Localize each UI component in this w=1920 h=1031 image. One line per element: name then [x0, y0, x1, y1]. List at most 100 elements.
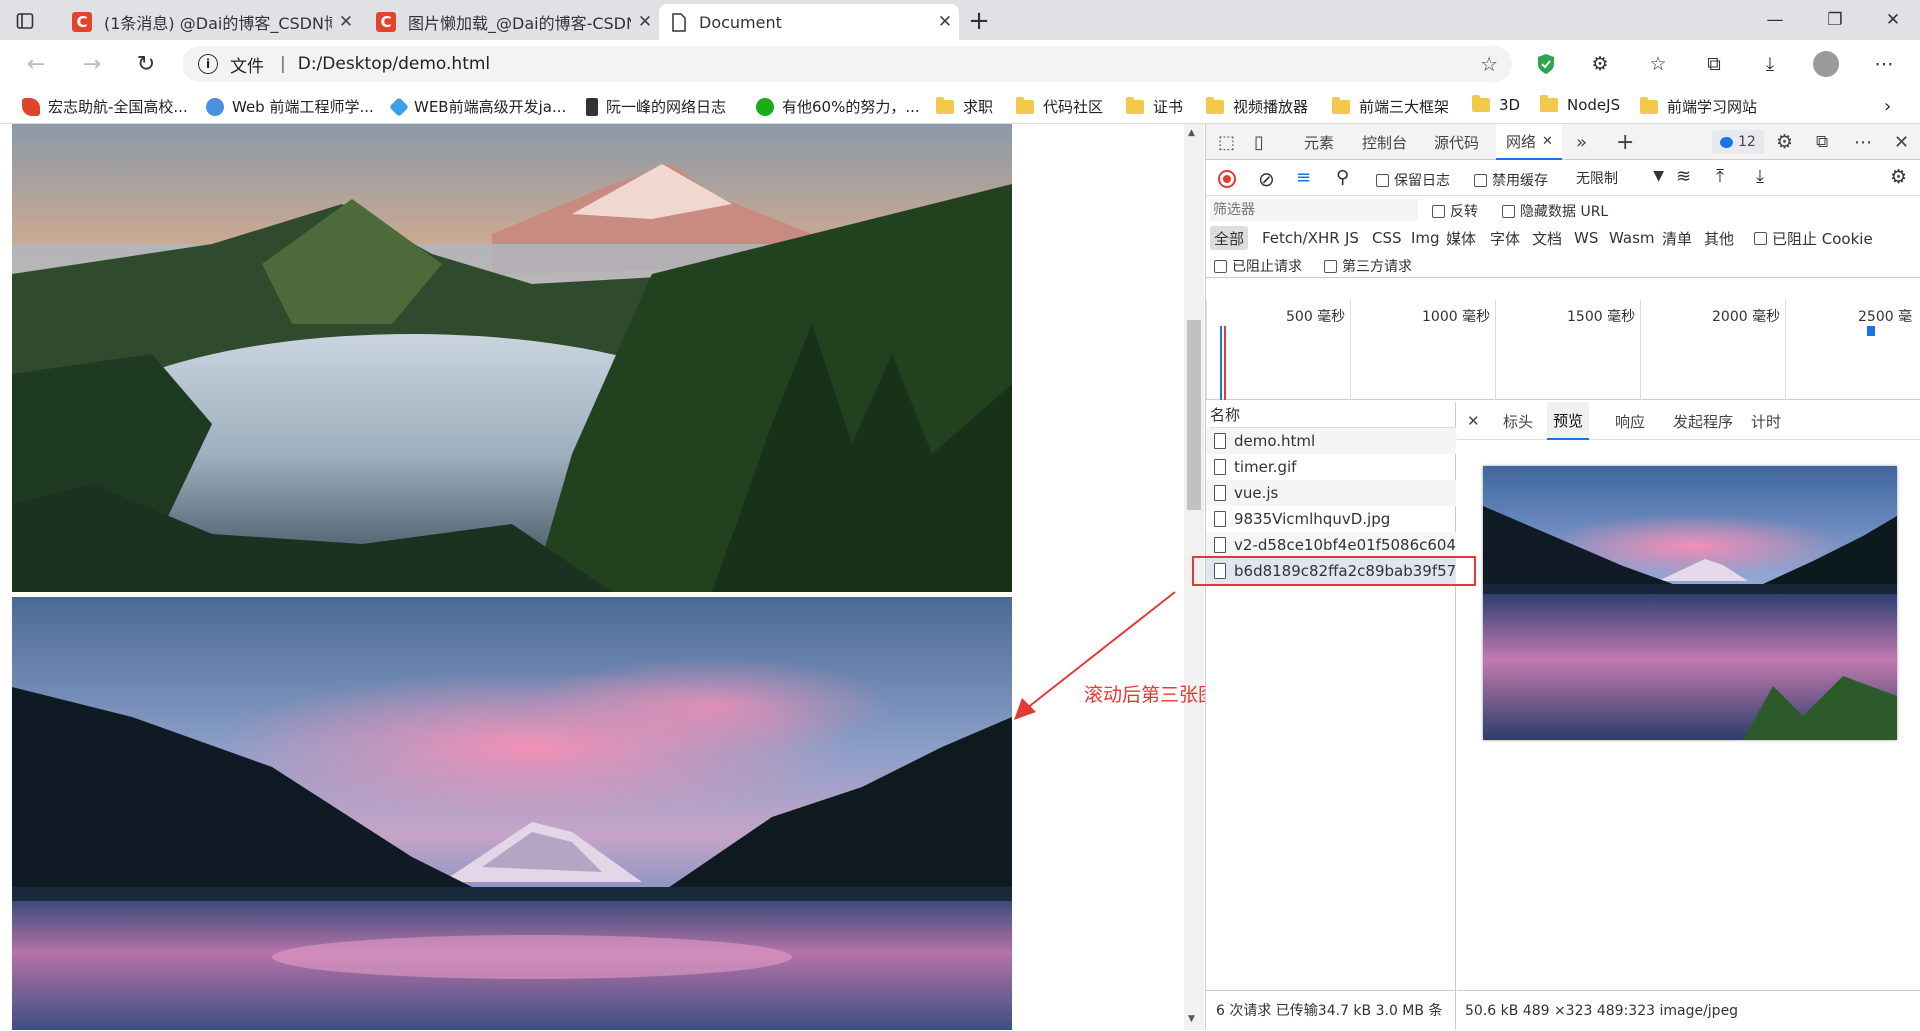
- tab-timing[interactable]: 计时: [1751, 402, 1781, 440]
- disable-cache-checkbox[interactable]: 禁用缓存: [1474, 170, 1548, 190]
- more-menu-icon[interactable]: ⋯: [1866, 46, 1902, 82]
- filter-manifest[interactable]: 清单: [1662, 224, 1692, 252]
- add-favorite-icon[interactable]: ☆: [1480, 52, 1498, 76]
- invert-checkbox[interactable]: 反转: [1432, 201, 1478, 221]
- filter-css[interactable]: CSS: [1372, 224, 1402, 252]
- bookmark-folder[interactable]: 3D: [1472, 95, 1520, 114]
- bookmark-item[interactable]: 宏志助航-全国高校...: [22, 96, 188, 117]
- tab-elements[interactable]: 元素: [1304, 124, 1334, 160]
- bookmark-folder[interactable]: 代码社区: [1016, 96, 1103, 117]
- collections-icon[interactable]: ⧉: [1696, 46, 1732, 82]
- tab-sources[interactable]: 源代码: [1434, 124, 1479, 160]
- filter-media[interactable]: 媒体: [1446, 224, 1476, 252]
- issues-badge[interactable]: 12: [1712, 130, 1764, 154]
- filter-img[interactable]: Img: [1411, 224, 1440, 252]
- url-text[interactable]: D:/Desktop/demo.html: [298, 54, 490, 74]
- avatar[interactable]: [1808, 46, 1844, 82]
- filter-input[interactable]: [1210, 199, 1418, 221]
- bookmark-item[interactable]: 阮一峰的网络日志: [586, 96, 726, 117]
- address-bar[interactable]: i 文件 | D:/Desktop/demo.html ☆: [182, 46, 1512, 82]
- request-row[interactable]: demo.html: [1206, 428, 1456, 454]
- new-tab-button[interactable]: +: [962, 4, 996, 38]
- tab-csdn-lazyload[interactable]: C 图片懒加载_@Dai的博客-CSDN博客 ✕: [364, 4, 659, 40]
- bookmark-folder[interactable]: 前端三大框架: [1332, 96, 1449, 117]
- tab-actions-icon[interactable]: [12, 8, 38, 34]
- tab-initiator[interactable]: 发起程序: [1673, 402, 1733, 440]
- minimize-icon[interactable]: —: [1752, 0, 1798, 40]
- bookmark-item[interactable]: 有他60%的努力，...: [756, 96, 920, 117]
- bookmarks-overflow-icon[interactable]: ›: [1884, 96, 1891, 117]
- filter-js[interactable]: JS: [1345, 224, 1359, 252]
- bookmark-folder[interactable]: 视频播放器: [1206, 96, 1308, 117]
- filter-doc[interactable]: 文档: [1532, 224, 1562, 252]
- more-tabs-icon[interactable]: »: [1576, 124, 1587, 160]
- filter-other[interactable]: 其他: [1704, 224, 1734, 252]
- bookmarks-bar: 宏志助航-全国高校... Web 前端工程师学... WEB前端高级开发ja..…: [0, 88, 1920, 124]
- filter-font[interactable]: 字体: [1490, 224, 1520, 252]
- filter-wasm[interactable]: Wasm: [1609, 224, 1655, 252]
- forward-icon[interactable]: →: [74, 46, 110, 82]
- tab-close-icon[interactable]: ✕: [631, 12, 659, 32]
- tab-csdn-messages[interactable]: C (1条消息) @Dai的博客_CSDN博客 ✕: [60, 4, 360, 40]
- scroll-down-arrow-icon[interactable]: ▼: [1188, 1014, 1195, 1024]
- downloads-icon[interactable]: ⤓: [1752, 46, 1788, 82]
- request-row[interactable]: vue.js: [1206, 480, 1456, 506]
- device-toolbar-icon[interactable]: ▯: [1254, 124, 1264, 160]
- back-icon[interactable]: ←: [18, 46, 54, 82]
- restore-icon[interactable]: ❐: [1812, 0, 1858, 40]
- tab-document[interactable]: Document ✕: [659, 4, 959, 40]
- window-close-icon[interactable]: ✕: [1870, 0, 1916, 40]
- shield-extension-icon[interactable]: [1528, 46, 1564, 82]
- tab-console[interactable]: 控制台: [1362, 124, 1407, 160]
- extensions-icon[interactable]: ⚙: [1582, 46, 1618, 82]
- hide-data-urls-checkbox[interactable]: 隐藏数据 URL: [1502, 201, 1608, 221]
- close-tab-icon[interactable]: ✕: [1542, 134, 1553, 149]
- info-icon[interactable]: i: [198, 54, 218, 74]
- filter-fetch-xhr[interactable]: Fetch/XHR: [1262, 224, 1340, 252]
- tab-close-icon[interactable]: ✕: [332, 12, 360, 32]
- bookmark-label: 视频播放器: [1233, 98, 1309, 116]
- network-settings-icon[interactable]: ⚙: [1890, 166, 1907, 188]
- close-detail-icon[interactable]: ✕: [1467, 402, 1480, 440]
- record-icon[interactable]: [1218, 170, 1236, 188]
- preserve-log-checkbox[interactable]: 保留日志: [1376, 170, 1450, 190]
- tab-network[interactable]: 网络 ✕: [1496, 124, 1562, 160]
- third-party-checkbox[interactable]: 第三方请求: [1324, 256, 1412, 276]
- bookmark-item[interactable]: Web 前端工程师学...: [206, 96, 374, 117]
- script-file-icon: [1214, 485, 1226, 501]
- network-conditions-icon[interactable]: ≋: [1676, 166, 1691, 187]
- blocked-requests-checkbox[interactable]: 已阻止请求: [1214, 256, 1302, 276]
- devtools-more-icon[interactable]: ⋯: [1854, 124, 1872, 160]
- tab-response[interactable]: 响应: [1615, 402, 1645, 440]
- close-devtools-icon[interactable]: ✕: [1894, 124, 1909, 160]
- request-row[interactable]: timer.gif: [1206, 454, 1456, 480]
- tab-preview[interactable]: 预览: [1547, 402, 1590, 440]
- tab-title: 图片懒加载_@Dai的博客-CSDN博客: [408, 14, 631, 33]
- add-tab-icon[interactable]: +: [1616, 124, 1634, 160]
- scroll-up-arrow-icon[interactable]: ▲: [1188, 128, 1195, 138]
- scrollbar-thumb[interactable]: [1187, 320, 1201, 510]
- bookmark-folder[interactable]: NodeJS: [1540, 95, 1620, 114]
- tab-headers[interactable]: 标头: [1503, 402, 1533, 440]
- bookmark-folder[interactable]: 证书: [1126, 96, 1183, 117]
- filter-ws[interactable]: WS: [1574, 224, 1598, 252]
- clear-icon[interactable]: ⊘: [1258, 167, 1275, 191]
- import-har-icon[interactable]: ⤒: [1716, 166, 1724, 187]
- favorites-icon[interactable]: ☆: [1640, 46, 1676, 82]
- throttle-select[interactable]: 无限制 ▼: [1576, 168, 1666, 188]
- bookmark-folder[interactable]: 前端学习网站: [1640, 96, 1757, 117]
- settings-gear-icon[interactable]: ⚙: [1776, 124, 1793, 160]
- search-icon[interactable]: ⚲: [1336, 167, 1349, 188]
- export-har-icon[interactable]: ⤓: [1756, 166, 1764, 187]
- bookmark-item[interactable]: WEB前端高级开发ja...: [389, 96, 566, 117]
- inspect-icon[interactable]: ⬚: [1218, 124, 1235, 160]
- request-row[interactable]: 9835VicmlhquvD.jpg: [1206, 506, 1456, 532]
- filter-all[interactable]: 全部: [1210, 226, 1249, 250]
- bookmark-folder[interactable]: 求职: [936, 96, 993, 117]
- tab-close-icon[interactable]: ✕: [931, 12, 959, 32]
- request-row[interactable]: v2-d58ce10bf4e01f5086c604a...: [1206, 532, 1456, 558]
- customize-icon[interactable]: ⧉: [1816, 124, 1828, 160]
- filter-icon[interactable]: ≡: [1296, 167, 1311, 188]
- refresh-icon[interactable]: ↻: [128, 46, 164, 82]
- blocked-cookies-checkbox[interactable]: 已阻止 Cookie: [1754, 224, 1873, 252]
